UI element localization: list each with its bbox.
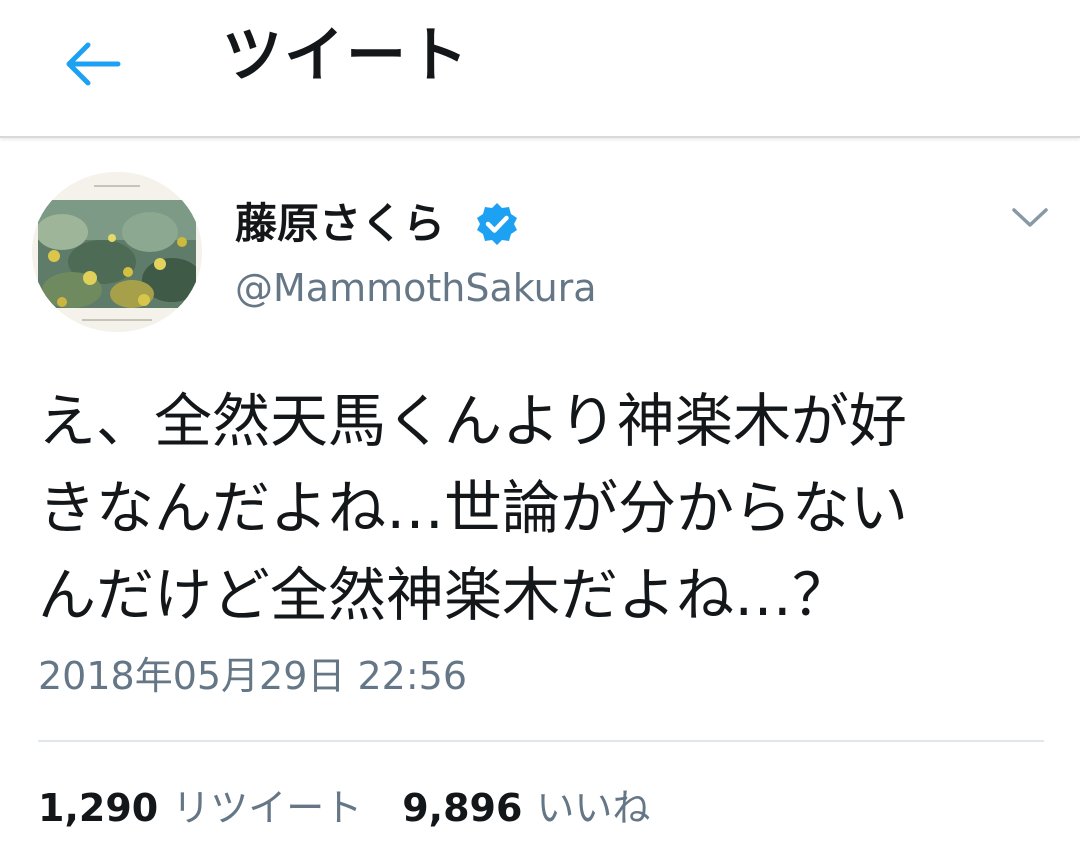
like-count-value: 9,896 (402, 786, 523, 830)
divider (38, 740, 1044, 742)
like-count-label: いいね (536, 786, 651, 830)
arrow-left-icon (66, 42, 121, 86)
avatar[interactable] (32, 172, 202, 332)
author-display-name[interactable]: 藤原さくら (235, 196, 445, 252)
tweet-timestamp[interactable]: 2018年05月29日 22:56 (38, 648, 467, 704)
top-app-bar: ツイート (0, 0, 1080, 138)
verified-badge-icon (477, 203, 517, 245)
author-handle[interactable]: @MammothSakura (235, 262, 597, 314)
retweet-count[interactable]: 1,290 リツイート (38, 780, 362, 836)
retweet-count-value: 1,290 (38, 786, 159, 830)
chevron-down-icon (1012, 208, 1048, 227)
tweet-stats: 1,290 リツイート 9,896 いいね (38, 780, 650, 836)
tweet-menu-button[interactable] (1004, 198, 1056, 238)
page-title: ツイート (222, 21, 470, 91)
back-button[interactable] (56, 32, 128, 96)
retweet-count-label: リツイート (172, 786, 363, 830)
like-count[interactable]: 9,896 いいね (402, 780, 650, 836)
avatar-image (32, 172, 202, 332)
tweet-text: え、全然天馬くんより神楽木が好 きなんだよね…世論が分からない んだけど全然神楽… (38, 387, 909, 629)
